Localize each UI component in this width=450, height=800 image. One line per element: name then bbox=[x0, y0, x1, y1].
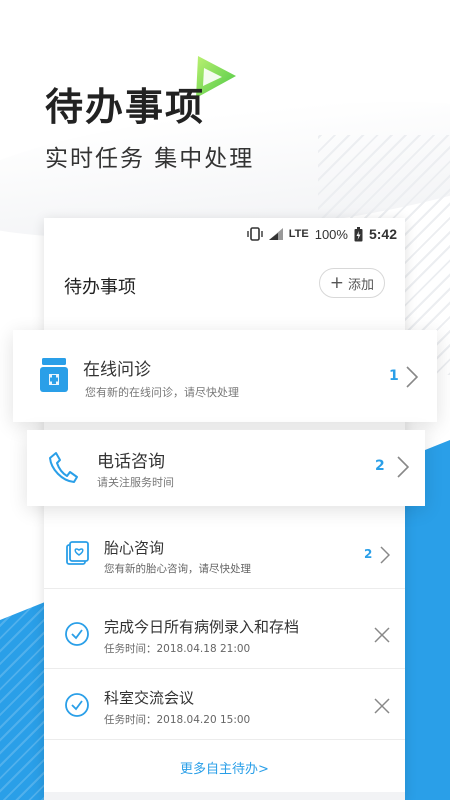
battery-percent: 100% bbox=[314, 226, 348, 242]
close-icon[interactable] bbox=[374, 627, 390, 643]
list-item-title: 完成今日所有病例录入和存档 bbox=[104, 618, 300, 636]
plus-icon: + bbox=[329, 272, 344, 293]
hero-title: 待办事项 bbox=[45, 85, 206, 129]
medicine-box-icon bbox=[40, 358, 68, 392]
online-consultation-count: 1 bbox=[389, 368, 399, 384]
card-title: 在线问诊 bbox=[83, 360, 151, 380]
card-phone-consultation[interactable]: 电话咨询 请关注服务时间 2 bbox=[27, 430, 425, 506]
chevron-right-icon bbox=[397, 456, 409, 478]
chevron-right-icon bbox=[406, 366, 418, 388]
clock: 5:42 bbox=[368, 226, 397, 242]
list-item-title: 胎心咨询 bbox=[104, 539, 165, 557]
card-online-consultation[interactable]: 在线问诊 您有新的在线问诊，请尽快处理 1 bbox=[13, 330, 437, 422]
fetal-heart-icon bbox=[66, 541, 89, 565]
phone-consultation-count: 2 bbox=[375, 458, 385, 474]
list-item-subtitle: 任务时间：2018.04.18 21:00 bbox=[104, 643, 251, 655]
add-button[interactable]: + 添加 bbox=[318, 268, 385, 298]
list-item-fetal-heart[interactable]: 胎心咨询 您有新的胎心咨询，请尽快处理 2 bbox=[44, 519, 405, 589]
add-button-label: 添加 bbox=[347, 277, 374, 293]
signal-icon bbox=[268, 228, 283, 240]
phone-icon bbox=[49, 452, 78, 483]
vibrate-icon bbox=[247, 227, 263, 241]
list-item-task-records[interactable]: 完成今日所有病例录入和存档 任务时间：2018.04.18 21:00 bbox=[44, 599, 405, 669]
list-item-subtitle: 任务时间：2018.04.20 15:00 bbox=[104, 714, 251, 726]
check-circle-icon[interactable] bbox=[64, 621, 90, 647]
fetal-heart-count: 2 bbox=[364, 547, 373, 561]
close-icon[interactable] bbox=[374, 698, 390, 714]
network-type: LTE bbox=[288, 228, 309, 240]
card-description: 您有新的在线问诊，请尽快处理 bbox=[85, 386, 239, 399]
phone-screen: LTE 100% 5:42 待办事项 + 添加 胎心咨询 您有新的胎心咨询，请尽… bbox=[44, 218, 405, 800]
card-description: 请关注服务时间 bbox=[97, 476, 174, 489]
list-item-dept-meeting[interactable]: 科室交流会议 任务时间：2018.04.20 15:00 bbox=[44, 670, 405, 740]
battery-icon bbox=[354, 226, 363, 241]
chevron-right-icon bbox=[380, 546, 390, 564]
phone-bottom-bar bbox=[44, 792, 405, 800]
status-bar: LTE 100% 5:42 bbox=[247, 224, 397, 244]
hero-subtitle: 实时任务 集中处理 bbox=[45, 146, 255, 172]
list-item-subtitle: 您有新的胎心咨询，请尽快处理 bbox=[104, 563, 251, 575]
card-title: 电话咨询 bbox=[97, 452, 165, 472]
more-todos-link[interactable]: 更多自主待办> bbox=[44, 758, 405, 777]
list-item-title: 科室交流会议 bbox=[104, 689, 195, 707]
page-title: 待办事项 bbox=[64, 277, 136, 298]
check-circle-icon[interactable] bbox=[64, 692, 90, 718]
